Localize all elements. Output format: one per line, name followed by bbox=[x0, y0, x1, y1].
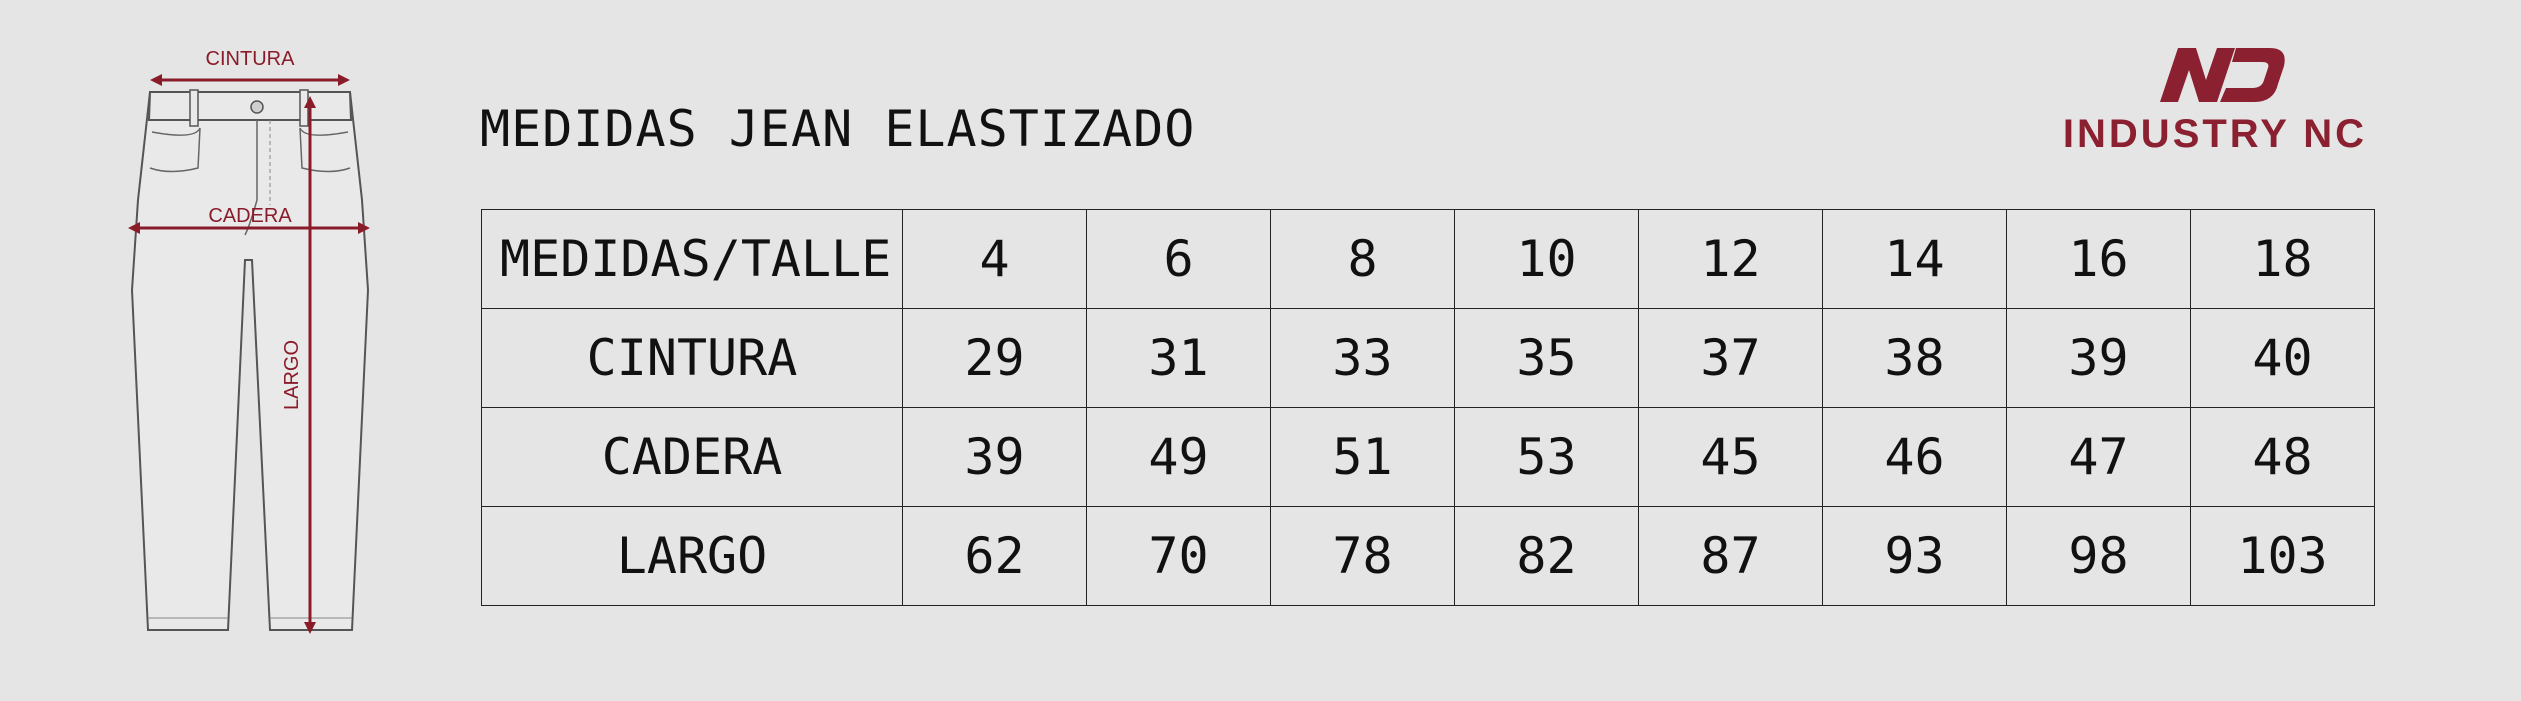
table-cell: 45 bbox=[1638, 407, 1823, 507]
table-cell: 29 bbox=[902, 308, 1087, 408]
size-chart-table: MEDIDAS/TALLE 4 6 8 10 12 14 16 18 CINTU… bbox=[481, 209, 2375, 606]
table-row: CINTURA 29 31 33 35 37 38 39 40 bbox=[481, 308, 2375, 408]
table-cell: 53 bbox=[1454, 407, 1639, 507]
hip-dimension-label: CADERA bbox=[208, 205, 292, 227]
table-cell: 93 bbox=[1822, 506, 2007, 606]
table-cell: 37 bbox=[1638, 308, 1823, 408]
brand-name: INDUSTRY NC bbox=[2062, 112, 2368, 156]
size-header-cell: 6 bbox=[1086, 209, 1271, 309]
size-header-cell: 8 bbox=[1270, 209, 1455, 309]
table-cell: 33 bbox=[1270, 308, 1455, 408]
waist-dimension-label: CINTURA bbox=[206, 48, 296, 70]
table-cell: 78 bbox=[1270, 506, 1455, 606]
nc-logo-icon bbox=[2160, 48, 2285, 102]
size-header-cell: 16 bbox=[2006, 209, 2191, 309]
row-label-cell: LARGO bbox=[481, 506, 903, 606]
table-cell: 87 bbox=[1638, 506, 1823, 606]
size-header-cell: 14 bbox=[1822, 209, 2007, 309]
table-cell: 62 bbox=[902, 506, 1087, 606]
row-label-cell: CADERA bbox=[481, 407, 903, 507]
table-cell: 70 bbox=[1086, 506, 1271, 606]
size-header-cell: 4 bbox=[902, 209, 1087, 309]
table-cell: 51 bbox=[1270, 407, 1455, 507]
table-cell: 31 bbox=[1086, 308, 1271, 408]
size-header-cell: 10 bbox=[1454, 209, 1639, 309]
table-row: LARGO 62 70 78 82 87 93 98 103 bbox=[481, 506, 2375, 606]
table-row: CADERA 39 49 51 53 45 46 47 48 bbox=[481, 407, 2375, 507]
table-cell: 46 bbox=[1822, 407, 2007, 507]
table-cell: 98 bbox=[2006, 506, 2191, 606]
brand-logo: INDUSTRY NC bbox=[2030, 40, 2400, 160]
table-cell: 39 bbox=[2006, 308, 2191, 408]
table-cell: 49 bbox=[1086, 407, 1271, 507]
row-label-cell: CINTURA bbox=[481, 308, 903, 408]
table-cell: 38 bbox=[1822, 308, 2007, 408]
size-header-cell: 18 bbox=[2190, 209, 2375, 309]
table-cell: 35 bbox=[1454, 308, 1639, 408]
jeans-illustration: CINTURA CADERA LARGO bbox=[128, 48, 370, 634]
table-cell: 47 bbox=[2006, 407, 2191, 507]
table-cell: 103 bbox=[2190, 506, 2375, 606]
table-cell: 82 bbox=[1454, 506, 1639, 606]
table-cell: 48 bbox=[2190, 407, 2375, 507]
table-cell: 40 bbox=[2190, 308, 2375, 408]
table-cell: 39 bbox=[902, 407, 1087, 507]
table-header-row: MEDIDAS/TALLE 4 6 8 10 12 14 16 18 bbox=[481, 209, 2375, 309]
jeans-diagram: CINTURA CADERA LARGO bbox=[100, 40, 400, 660]
size-header-cell: 12 bbox=[1638, 209, 1823, 309]
header-label-cell: MEDIDAS/TALLE bbox=[481, 209, 903, 309]
length-dimension-label: LARGO bbox=[281, 340, 303, 410]
page-title: MEDIDAS JEAN ELASTIZADO bbox=[480, 100, 1196, 158]
